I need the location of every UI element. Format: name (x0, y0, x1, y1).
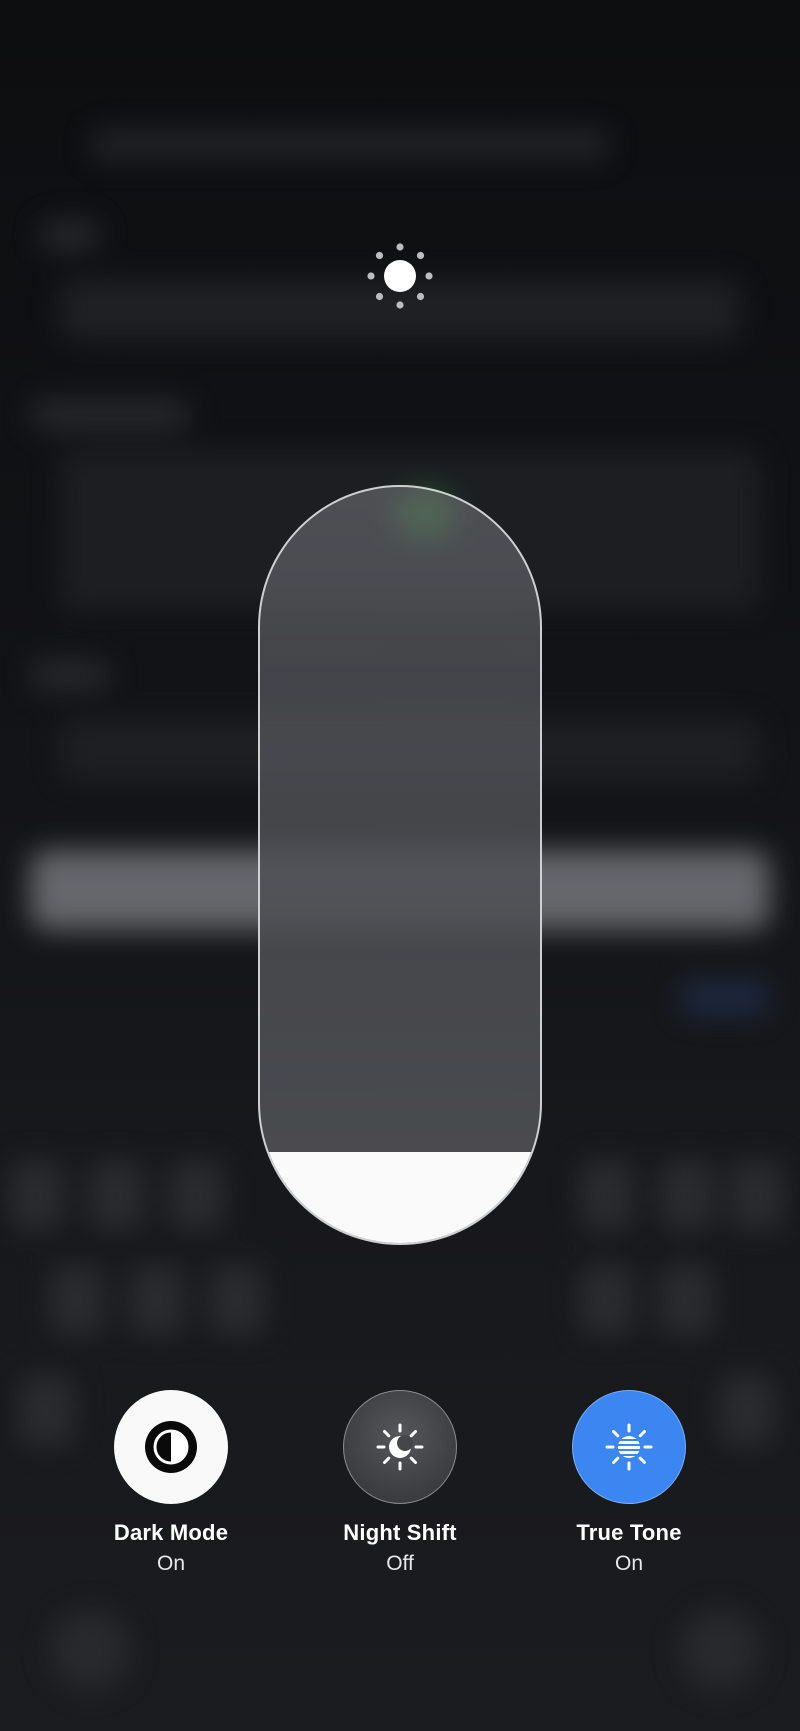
true-tone-state: On (614, 1552, 643, 1575)
night-shift-state: Off (386, 1552, 414, 1575)
dark-mode-button[interactable] (114, 1390, 228, 1504)
true-tone-button[interactable] (572, 1390, 686, 1504)
true-tone-icon (605, 1423, 653, 1471)
night-shift-button[interactable] (343, 1390, 457, 1504)
dark-mode-label: Dark Mode (113, 1520, 229, 1545)
true-tone-toggle[interactable]: True Tone On (539, 1390, 719, 1576)
night-shift-label: Night Shift (343, 1520, 457, 1545)
brightness-slider[interactable] (258, 485, 542, 1245)
brightness-slider-fill (260, 1152, 540, 1243)
dark-mode-icon (145, 1421, 197, 1473)
dark-mode-state: On (156, 1552, 185, 1575)
dark-mode-toggle[interactable]: Dark Mode On (81, 1390, 261, 1576)
sun-brightness-icon (367, 243, 433, 309)
night-shift-icon (376, 1423, 424, 1471)
true-tone-label: True Tone (576, 1520, 682, 1545)
night-shift-toggle[interactable]: Night Shift Off (310, 1390, 490, 1576)
control-center-brightness-screen: Dark Mode On Night Shift Off True Tone O… (0, 0, 800, 1731)
